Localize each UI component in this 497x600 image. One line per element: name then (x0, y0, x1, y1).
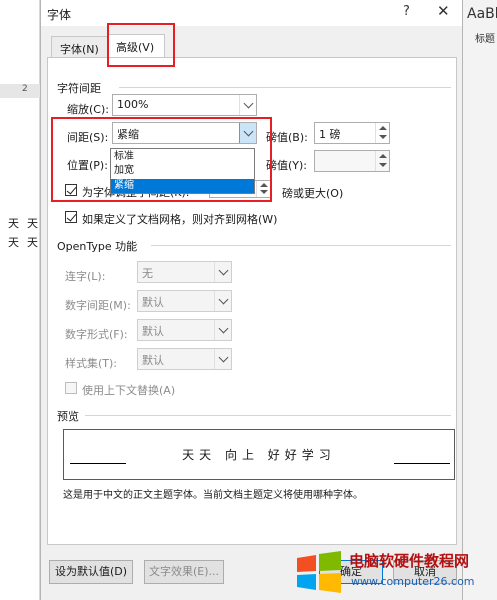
section-divider (85, 415, 451, 416)
spacing-points-value: 1 磅 (319, 128, 341, 141)
preview-sample-text: 天天 向上 好好学习 (182, 448, 336, 462)
dialog-titlebar: 字体 ? ✕ (41, 0, 462, 26)
snap-to-grid-checkbox[interactable] (65, 211, 77, 223)
spacing-points-input[interactable]: 1 磅 (314, 122, 390, 144)
dialog-title: 字体 (47, 8, 72, 22)
help-icon[interactable]: ? (403, 4, 410, 19)
chevron-down-icon[interactable] (214, 320, 231, 340)
chevron-down-icon[interactable] (214, 349, 231, 369)
ligatures-value: 无 (142, 267, 153, 280)
set-default-button[interactable]: 设为默认值(D) (49, 560, 133, 584)
kerning-suffix: 磅或更大(O) (282, 187, 344, 200)
position-points-label: 磅值(Y): (266, 159, 308, 172)
position-points-input[interactable] (314, 150, 390, 172)
spin-buttons[interactable] (375, 123, 389, 143)
style-set-combo[interactable]: 默认 (137, 348, 232, 370)
style-label: 标题 (475, 34, 495, 45)
site-watermark: 电脑软硬件教程网 www.computer26.com (291, 546, 497, 600)
font-dialog: 字体 ? ✕ 字体(N) 高级(V) 字符间距 缩放(C): 100% 间距(S… (40, 0, 463, 600)
section-preview: 预览 (57, 410, 79, 423)
style-set-value: 默认 (142, 354, 164, 367)
number-spacing-combo[interactable]: 默认 (137, 290, 232, 312)
number-form-value: 默认 (142, 325, 164, 338)
chevron-down-icon[interactable] (214, 262, 231, 282)
spin-up-icon[interactable] (379, 154, 387, 158)
section-divider (119, 87, 451, 88)
style-set-label: 样式集(T): (65, 357, 118, 370)
section-divider (151, 245, 451, 246)
doc-char: 天 (8, 236, 19, 249)
close-icon[interactable]: ✕ (437, 2, 450, 20)
spin-up-icon[interactable] (379, 126, 387, 130)
tab-font[interactable]: 字体(N) (51, 36, 111, 58)
number-form-combo[interactable]: 默认 (137, 319, 232, 341)
scale-combo[interactable]: 100% (112, 94, 257, 116)
preview-note: 这是用于中文的正文主题字体。当前文档主题定义将使用哪种字体。 (63, 490, 363, 501)
scale-value: 100% (117, 98, 149, 111)
section-opentype: OpenType 功能 (57, 240, 138, 253)
highlight-spacing-dropdown (51, 117, 272, 202)
spin-down-icon[interactable] (379, 135, 387, 139)
number-form-label: 数字形式(F): (65, 328, 128, 341)
watermark-url: www.computer26.com (351, 575, 475, 588)
spin-buttons[interactable] (375, 151, 389, 171)
ruler-mark: 2 (22, 84, 28, 94)
windows-logo-icon (297, 551, 341, 593)
section-character-spacing: 字符间距 (57, 82, 101, 95)
spin-down-icon[interactable] (379, 163, 387, 167)
number-spacing-label: 数字间距(M): (65, 299, 131, 312)
contextual-alternates-label: 使用上下文替换(A) (82, 384, 176, 397)
ligatures-combo[interactable]: 无 (137, 261, 232, 283)
style-preview[interactable]: AaBb (467, 6, 497, 22)
highlight-advanced-tab (107, 23, 175, 67)
spacing-points-label: 磅值(B): (266, 131, 308, 144)
watermark-title: 电脑软硬件教程网 (349, 552, 470, 570)
ruler: 2 (0, 84, 40, 98)
preview-baseline-right (394, 463, 450, 464)
preview-box: 天天 向上 好好学习 (63, 429, 455, 480)
chevron-down-icon[interactable] (214, 291, 231, 311)
scale-label: 缩放(C): (67, 103, 109, 116)
contextual-alternates-checkbox[interactable] (65, 382, 77, 394)
doc-char: 天 (27, 236, 38, 249)
doc-char: 天 (8, 217, 19, 230)
number-spacing-value: 默认 (142, 296, 164, 309)
doc-char: 天 (27, 217, 38, 230)
ribbon-styles-strip: AaBb 标题 (463, 0, 497, 600)
snap-to-grid-label: 如果定义了文档网格，则对齐到网格(W) (82, 213, 278, 226)
ligatures-label: 连字(L): (65, 270, 106, 283)
preview-baseline-left (70, 463, 126, 464)
chevron-down-icon[interactable] (239, 95, 256, 115)
text-effects-button[interactable]: 文字效果(E)... (144, 560, 224, 584)
